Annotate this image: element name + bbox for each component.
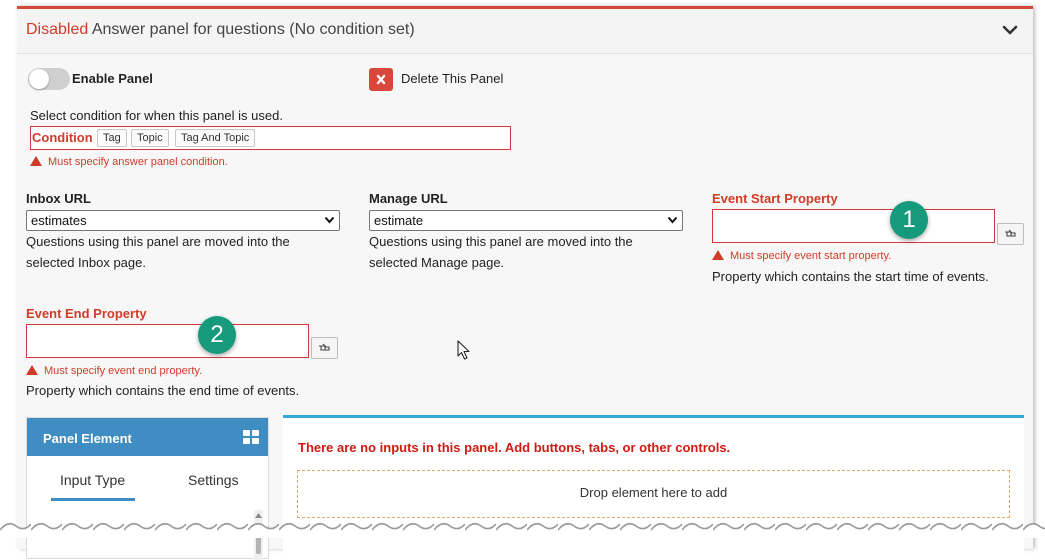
grid-icon[interactable]: [243, 430, 259, 444]
warning-icon: [712, 250, 724, 260]
condition-option-tag-and-topic[interactable]: Tag And Topic: [175, 129, 256, 147]
close-icon: [376, 74, 386, 85]
condition-option-topic[interactable]: Topic: [131, 129, 169, 147]
pointer-hand-icon: [319, 343, 330, 351]
panel-title-text: Answer panel for questions (No condition…: [91, 21, 415, 38]
warning-icon: [26, 365, 38, 375]
event-end-help: Property which contains the end time of …: [26, 383, 300, 398]
condition-intro: Select condition for when this panel is …: [30, 108, 283, 123]
tab-input-type[interactable]: Input Type: [60, 472, 125, 488]
panel-title: Disabled Answer panel for questions (No …: [26, 21, 415, 39]
chevron-down-icon[interactable]: [1002, 23, 1018, 37]
drop-zone-hint: Drop element here to add: [579, 485, 728, 500]
event-start-picker-button[interactable]: [997, 223, 1024, 245]
manage-url-help: Questions using this panel are moved int…: [369, 234, 633, 270]
inbox-url-help: Questions using this panel are moved int…: [26, 234, 290, 270]
event-end-label: Event End Property: [26, 306, 147, 321]
event-start-input[interactable]: [712, 209, 995, 243]
warning-icon: [30, 156, 42, 166]
delete-panel-label: Delete This Panel: [401, 71, 504, 86]
condition-error: Must specify answer panel condition.: [30, 156, 228, 168]
enable-panel-label: Enable Panel: [72, 71, 153, 86]
callout-badge-1: 1: [890, 201, 928, 239]
event-start-error: Must specify event start property.: [712, 250, 891, 262]
callout-badge-2: 2: [198, 316, 236, 354]
chevron-down-icon: [667, 216, 678, 224]
condition-selector[interactable]: Condition Tag Topic Tag And Topic: [30, 126, 511, 150]
tab-settings[interactable]: Settings: [188, 472, 239, 488]
panel-state: Disabled: [26, 21, 89, 38]
event-start-label: Event Start Property: [712, 191, 838, 206]
active-tab-indicator: [51, 498, 135, 501]
inbox-url-select[interactable]: estimates: [26, 210, 340, 231]
event-end-picker-button[interactable]: [311, 337, 338, 359]
mouse-cursor-icon: [457, 340, 470, 360]
pointer-hand-icon: [1005, 229, 1016, 237]
condition-option-tag[interactable]: Tag: [97, 129, 127, 147]
manage-url-select[interactable]: estimate: [369, 210, 683, 231]
chevron-down-icon: [324, 216, 335, 224]
delete-panel-button[interactable]: [369, 68, 393, 91]
manage-url-value: estimate: [374, 213, 424, 228]
panel-header[interactable]: Disabled Answer panel for questions (No …: [17, 9, 1033, 54]
panel-element-title: Panel Element: [43, 431, 132, 446]
event-end-input[interactable]: [26, 324, 309, 358]
panel-element-header: Panel Element: [27, 418, 268, 456]
condition-label: Condition: [32, 130, 93, 145]
event-start-help: Property which contains the start time o…: [712, 269, 989, 284]
torn-edge: [0, 508, 1045, 538]
event-end-error: Must specify event end property.: [26, 365, 202, 377]
inbox-url-label: Inbox URL: [26, 191, 91, 206]
answer-panel: Disabled Answer panel for questions (No …: [17, 6, 1033, 560]
empty-panel-message: There are no inputs in this panel. Add b…: [298, 440, 731, 455]
enable-panel-toggle[interactable]: [28, 68, 70, 90]
inbox-url-value: estimates: [31, 213, 87, 228]
manage-url-label: Manage URL: [369, 191, 448, 206]
